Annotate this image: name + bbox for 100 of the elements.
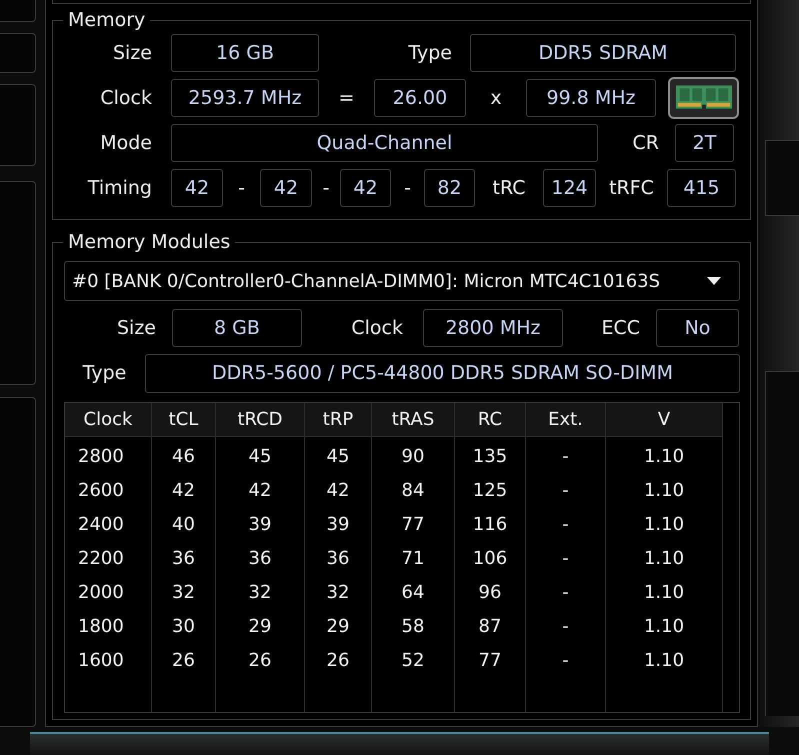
table-cell-text: -: [562, 444, 569, 468]
size-label: Size: [116, 316, 156, 341]
table-cell-text: 32: [326, 580, 350, 604]
table-cell-text: -: [562, 478, 569, 502]
table-cell-text: 77: [402, 512, 424, 536]
type-label: Type: [408, 40, 452, 66]
dash-separator: -: [322, 176, 330, 201]
table-cell-text: -: [562, 580, 569, 604]
table-cell-text: -: [562, 546, 569, 570]
table-cell-text: 71: [402, 546, 424, 570]
value-field: 2T: [675, 124, 734, 162]
table-cell-text: 1.10: [644, 512, 684, 536]
column-header: tRP: [305, 403, 371, 437]
table-cell-text: 116: [472, 512, 508, 536]
table-cell-text: 58: [402, 614, 424, 638]
column-header: V: [606, 403, 722, 437]
column-header: Clock: [65, 403, 151, 437]
table-cell-text: 135: [472, 444, 508, 468]
table-cell-text: 52: [402, 648, 424, 672]
table-cell-text: 106: [472, 546, 508, 570]
value-field: No: [656, 309, 739, 347]
table-cell-text: 2400: [78, 512, 124, 536]
table-cell-text: 87: [478, 614, 502, 638]
value-field: 26.00: [374, 79, 466, 117]
table-cell-text: 42: [172, 478, 195, 502]
table-cell-text: 42: [248, 478, 272, 502]
table-cell-text: 2200: [78, 546, 124, 570]
value-field: 99.8 MHz: [526, 79, 656, 117]
value-field: 415: [667, 169, 736, 207]
table-cell-text: 26: [326, 648, 350, 672]
column-header: tRCD: [216, 403, 304, 437]
table-cell-text: 1.10: [644, 444, 684, 468]
value-field: 16 GB: [171, 34, 319, 72]
table-cell-text: 2800: [78, 444, 124, 468]
equals-sign: =: [338, 86, 354, 111]
table-cell-text: 1.10: [644, 648, 684, 672]
value-field: 42: [340, 169, 391, 207]
module-dropdown[interactable]: #0 [BANK 0/Controller0-ChannelA-DIMM0]: Micron MTC4C10163S: [64, 261, 740, 301]
table-cell-text: -: [562, 512, 569, 536]
table-cell-text: 39: [326, 512, 350, 536]
table-cell-text: 2600: [78, 478, 124, 502]
table-cell-text: 30: [172, 614, 195, 638]
column-header: Ext.: [526, 403, 605, 437]
timing-label: Timing: [88, 176, 152, 201]
value-field: Quad-Channel: [171, 124, 598, 162]
trc-label: tRC: [492, 176, 526, 201]
table-cell-text: 29: [248, 614, 272, 638]
table-cell-text: 1.10: [644, 580, 684, 604]
table-cell-text: 36: [172, 546, 195, 570]
mode-label: Mode: [100, 130, 152, 156]
table-cell-text: 84: [402, 478, 424, 502]
value-field: 42: [171, 169, 223, 207]
table-cell-text: 36: [326, 546, 350, 570]
value-field: 82: [424, 169, 475, 207]
dash-separator: -: [238, 176, 245, 201]
size-label: Size: [112, 40, 152, 66]
value-field: 8 GB: [172, 309, 302, 347]
trfc-label: tRFC: [609, 176, 654, 201]
ecc-label: ECC: [601, 316, 640, 341]
table-cell-text: 64: [402, 580, 424, 604]
clock-label: Clock: [351, 316, 403, 341]
clock-label: Clock: [100, 86, 152, 111]
table-cell-text: 40: [172, 512, 195, 536]
group-title: Memory: [63, 9, 150, 31]
caret-icon: [707, 277, 721, 285]
type-label: Type: [82, 361, 126, 386]
table-cell-text: 125: [472, 478, 508, 502]
table-cell-text: 96: [478, 580, 502, 604]
table-cell-text: 26: [248, 648, 272, 672]
value-field: 42: [260, 169, 312, 207]
value-field: 2800 MHz: [423, 309, 563, 347]
table-cell-text: 1.10: [644, 546, 684, 570]
table-cell-text: 1.10: [644, 478, 684, 502]
table-cell-text: 46: [172, 444, 195, 468]
table-cell-text: 42: [326, 478, 350, 502]
table-cell-text: 77: [478, 648, 502, 672]
table-cell-text: 2000: [78, 580, 124, 604]
table-cell-text: 1600: [78, 648, 124, 672]
command-rate-label: CR: [632, 130, 659, 156]
value-field: 124: [543, 169, 596, 207]
table-cell-text: 36: [248, 546, 272, 570]
column-header: RC: [455, 403, 525, 437]
value-field: DDR5 SDRAM: [470, 34, 736, 72]
value-field: DDR5-5600 / PC5-44800 DDR5 SDRAM SO-DIMM: [145, 354, 740, 393]
table-cell-text: -: [562, 614, 569, 638]
table-cell-text: 90: [402, 444, 424, 468]
table-cell-text: 32: [248, 580, 272, 604]
table-cell-text: 32: [172, 580, 195, 604]
column-header: tCL: [152, 403, 215, 437]
table-cell-text: 1800: [78, 614, 124, 638]
multiply-sign: x: [490, 86, 502, 111]
group-title: Memory Modules: [63, 231, 236, 253]
ram-module-icon: [668, 77, 739, 119]
table-cell-text: 39: [248, 512, 272, 536]
column-header: tRAS: [372, 403, 454, 437]
table-cell-text: 1.10: [644, 614, 684, 638]
table-cell-text: 45: [326, 444, 350, 468]
table-cell-text: 26: [172, 648, 195, 672]
table-cell-text: 29: [326, 614, 350, 638]
dash-separator: -: [404, 176, 411, 201]
